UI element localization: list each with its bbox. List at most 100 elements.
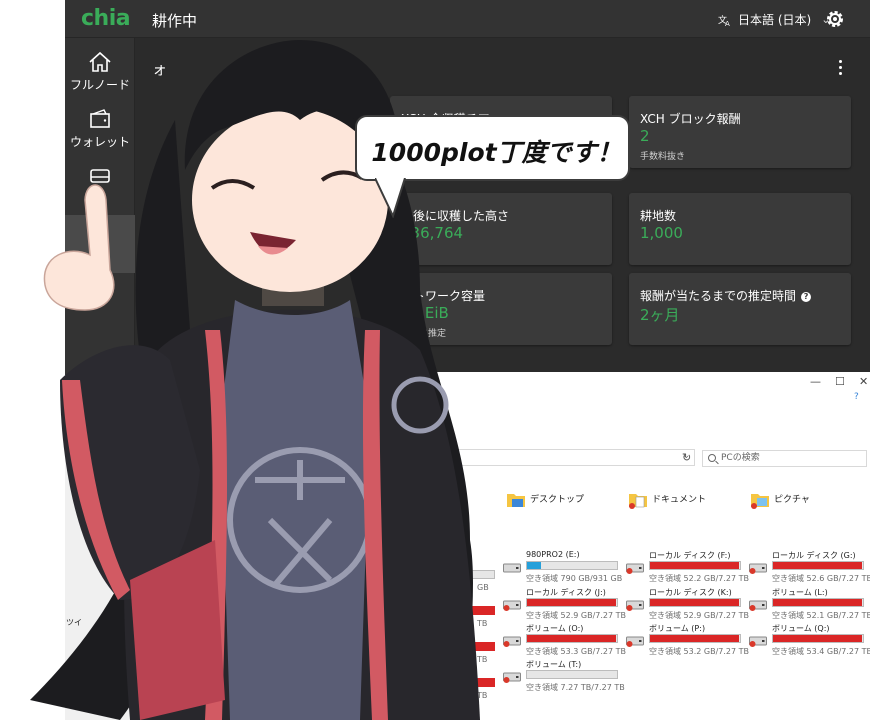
sidebar-item-wallet[interactable]: ウォレット	[65, 101, 135, 159]
search-placeholder: PCの検索	[721, 453, 760, 463]
svg-text:A: A	[725, 20, 730, 27]
drive-name: ボリューム (P:)	[649, 624, 706, 633]
hard-drive-icon	[626, 563, 644, 574]
section-title-fragment: ォ	[152, 60, 168, 78]
file-explorer-window: — ☐ ✕ ? ⌄ ↻ PCの検索 デスクトップ ドキュメント ピクチャ ダ ミ	[395, 372, 870, 720]
drive-usage-bar	[455, 678, 495, 687]
drive-name: ボリューム (O:)	[526, 624, 584, 633]
drive-item[interactable]: 980PRO2 (E:) 空き領域 790 GB/931 GB	[503, 548, 623, 588]
sidebar-item-farm[interactable]: 耕	[65, 158, 135, 216]
plot-icon: 2	[93, 225, 103, 244]
card-label: 報酬が当たるまでの推定時間?	[640, 287, 812, 304]
folder-desktop[interactable]: デスクトップ	[506, 490, 616, 520]
card-block-reward: XCH ブロック報酬 2 手数料抜き	[629, 96, 851, 168]
folder-icon	[629, 494, 647, 509]
close-icon[interactable]: ✕	[859, 375, 868, 388]
drive-free-space: 空き領域 52.2 GB/7.27 TB	[649, 574, 750, 583]
drive-usage-fill	[650, 635, 740, 642]
drive-usage-bar	[772, 634, 864, 643]
sidebar-item-label: ウォレット	[69, 135, 130, 149]
drive-usage-fill	[773, 562, 863, 569]
desktop-icon-label[interactable]: FastCopy	[70, 664, 106, 673]
card-value: 436,764	[401, 224, 464, 242]
drive-usage-fill	[527, 635, 617, 642]
page-title: 耕作中	[152, 12, 198, 30]
translate-icon: 文 A	[718, 14, 730, 27]
sidebar: フルノード ウォレット 耕 2 畑	[65, 38, 135, 375]
drive-item[interactable]: ボリューム (L:) 空き領域 52.1 GB/7.27 TB	[749, 585, 870, 625]
minimize-icon[interactable]: —	[810, 375, 821, 388]
drive-size-fragment: TB	[477, 619, 488, 628]
drive-size-fragment: TB	[477, 655, 488, 664]
drive-item[interactable]: ボリューム (Q:) 空き領域 53.4 GB/7.27 TB	[749, 621, 870, 661]
speech-bubble: 1000plot丁度です！	[355, 115, 630, 181]
card-value: 08 EiB	[401, 304, 449, 322]
drive-name: ローカル ディスク (K:)	[649, 588, 732, 597]
folder-documents[interactable]: ドキュメント	[628, 490, 738, 520]
drive-usage-bar	[649, 598, 741, 607]
folder-pictures[interactable]: ピクチャ	[750, 490, 860, 520]
sidebar-item-full-node[interactable]: フルノード	[65, 44, 135, 102]
drive-free-space: 空き領域 7.27 TB/7.27 TB	[526, 683, 625, 692]
speech-bubble-tail	[375, 178, 406, 218]
card-plot-count: 耕地数 1,000	[629, 193, 851, 265]
help-icon[interactable]: ?	[801, 291, 812, 302]
language-selector[interactable]: 文 A 日本語 (日本) ⌄	[718, 11, 830, 28]
speech-bubble-text: 1000plot丁度です！	[371, 138, 622, 167]
folder-name: デスクトップ	[530, 495, 585, 505]
drive-usage-bar	[526, 598, 618, 607]
sidebar-item-plots[interactable]: 2 畑	[65, 215, 135, 273]
drive-usage-fill	[650, 562, 740, 569]
folder-icon	[751, 494, 769, 509]
desktop-icon-label[interactable]: ツイ	[66, 617, 82, 628]
card-label: 耕地数	[640, 209, 677, 223]
card-value: 2	[640, 127, 650, 145]
sidebar-item-label: フルノード	[69, 78, 130, 92]
drive-name: ボリューム (Q:)	[772, 624, 830, 633]
drive-item[interactable]: ローカル ディスク (J:) 空き領域 52.9 GB/7.27 TB	[503, 585, 627, 625]
hard-drive-icon	[503, 563, 521, 573]
hard-drive-icon	[626, 600, 644, 611]
drive-item[interactable]: ボリューム (O:) 空き領域 53.3 GB/7.27 TB	[503, 621, 627, 661]
folder-name: ドキュメント	[652, 495, 707, 505]
hard-drive-icon	[503, 636, 521, 647]
drive-item[interactable]: ボリューム (T:) 空き領域 7.27 TB/7.27 TB	[503, 657, 625, 697]
card-value: 1,000	[640, 224, 683, 242]
refresh-icon[interactable]: ↻	[682, 451, 691, 464]
drive-item[interactable]: ローカル ディスク (K:) 空き領域 52.9 GB/7.27 TB	[626, 585, 749, 625]
drive-item[interactable]: ローカル ディスク (G:) 空き領域 52.6 GB/7.27 TB	[749, 548, 870, 588]
card-last-height-farmed: 最後に収穫した高さ 436,764	[390, 193, 612, 265]
drive-free-space: 空き領域 52.9 GB/7.27 TB	[526, 611, 627, 620]
drive-usage-bar	[455, 606, 495, 615]
settings-gear-icon[interactable]	[825, 9, 845, 29]
card-label: 最後に収穫した高さ	[401, 209, 510, 223]
top-app-bar: chia 耕作中 文 A 日本語 (日本) ⌄	[65, 0, 870, 38]
hard-drive-icon	[749, 563, 767, 574]
chia-logo: chia	[81, 6, 131, 31]
drive-item[interactable]: ボリューム (P:) 空き領域 53.2 GB/7.27 TB	[626, 621, 749, 661]
search-input[interactable]: PCの検索	[702, 450, 867, 467]
drive-free-space: 空き領域 53.3 GB/7.27 TB	[526, 647, 627, 656]
desktop-icon-label[interactable]: Irfan	[66, 378, 87, 388]
maximize-icon[interactable]: ☐	[835, 375, 845, 388]
drive-item[interactable]: ローカル ディスク (F:) 空き領域 52.2 GB/7.27 TB	[626, 548, 750, 588]
wallet-icon	[90, 109, 110, 128]
drive-usage-bar	[526, 634, 618, 643]
card-value: 2ヶ月	[640, 306, 680, 324]
more-vert-icon[interactable]	[839, 60, 845, 76]
chia-window: chia 耕作中 文 A 日本語 (日本) ⌄ フルノード ウォレット 耕 2 …	[65, 0, 870, 375]
drive-free-space: 空き領域 52.1 GB/7.27 TB	[772, 611, 870, 620]
card-network-space: ットワーク容量 08 EiB を基に推定	[390, 273, 612, 345]
card-label: ットワーク容量	[401, 289, 486, 303]
drive-free-space: 空き領域 790 GB/931 GB	[526, 574, 623, 583]
language-label: 日本語 (日本)	[738, 13, 812, 27]
address-bar[interactable]: ⌄	[395, 449, 695, 466]
svg-text:2: 2	[93, 225, 103, 244]
help-icon[interactable]: ?	[854, 392, 859, 402]
drive-name: ボリューム (T:)	[526, 660, 582, 669]
hard-drive-icon	[626, 636, 644, 647]
folder-name-fragment: ミ	[404, 523, 414, 533]
folder-name: ピクチャ	[774, 495, 810, 505]
drive-usage-fill	[650, 599, 740, 606]
drive-icon	[90, 169, 110, 183]
